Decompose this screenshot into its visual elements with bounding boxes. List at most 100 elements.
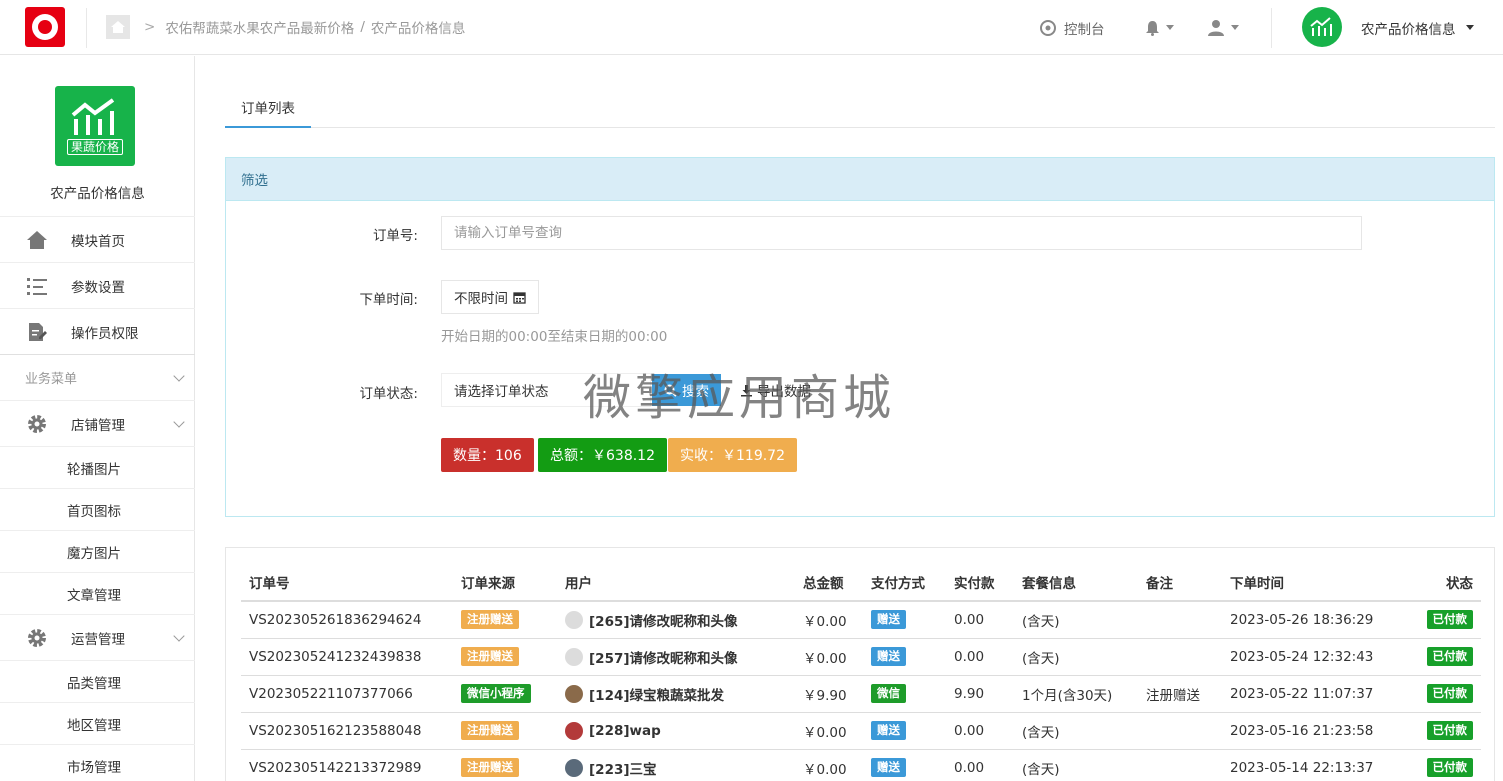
sidebar-subitem[interactable]: 市场管理 bbox=[0, 744, 195, 781]
list-icon bbox=[25, 274, 49, 298]
col-pay-method: 支付方式 bbox=[863, 563, 946, 602]
status-badge: 已付款 bbox=[1426, 610, 1473, 630]
sidebar-item-label: 店铺管理 bbox=[71, 417, 125, 434]
user-avatar bbox=[565, 758, 583, 777]
pay-method-cell: 赠送 bbox=[863, 712, 946, 750]
sidebar-subitem[interactable]: 轮播图片 bbox=[0, 446, 195, 488]
sidebar-subitem[interactable]: 首页图标 bbox=[0, 488, 195, 530]
filter-title: 筛选 bbox=[226, 158, 1494, 201]
chevron-down-icon bbox=[173, 416, 185, 428]
sidebar-item-settings[interactable]: 参数设置 bbox=[0, 262, 195, 308]
plan-cell: 1个月(含30天) bbox=[1014, 675, 1138, 713]
calendar-icon bbox=[513, 291, 526, 304]
source-cell: 注册赠送 bbox=[453, 749, 557, 781]
status-cell: 已付款 bbox=[1392, 601, 1481, 639]
paid-cell: 9.90 bbox=[946, 675, 1014, 713]
user-menu[interactable] bbox=[1207, 0, 1239, 55]
user-name[interactable]: [124]绿宝粮蔬菜批发 bbox=[589, 688, 724, 704]
source-badge: 注册赠送 bbox=[461, 721, 519, 740]
user-name[interactable]: [257]请修改昵称和头像 bbox=[589, 651, 738, 667]
table-row[interactable]: V202305221107377066 微信小程序 [124]绿宝粮蔬菜批发 ￥9.9… bbox=[241, 675, 1481, 713]
chart-icon bbox=[71, 98, 115, 135]
user-name[interactable]: [223]三宝 bbox=[589, 762, 657, 778]
user-cell: [265]请修改昵称和头像 bbox=[557, 601, 795, 639]
plan-cell: (含天) bbox=[1014, 638, 1138, 676]
total-cell: ￥0.00 bbox=[795, 601, 863, 639]
order-table-panel: 订单号 订单来源 用户 总金额 支付方式 实付款 套餐信息 备注 下单时间 状态… bbox=[225, 547, 1495, 781]
col-time: 下单时间 bbox=[1222, 563, 1392, 602]
col-total: 总金额 bbox=[795, 563, 863, 602]
source-cell: 注册赠送 bbox=[453, 601, 557, 639]
caret-down-icon bbox=[1166, 25, 1174, 30]
col-source: 订单来源 bbox=[453, 563, 557, 602]
sidebar-item-home[interactable]: 模块首页 bbox=[0, 216, 195, 262]
bell-icon bbox=[1146, 20, 1159, 36]
table-row[interactable]: VS202305261836294624 注册赠送 [265]请修改昵称和头像 ￥0.… bbox=[241, 601, 1481, 639]
total-cell: ￥9.90 bbox=[795, 675, 863, 713]
note-cell bbox=[1138, 601, 1222, 639]
notification-menu[interactable] bbox=[1145, 0, 1174, 55]
sidebar-subitem[interactable]: 品类管理 bbox=[0, 660, 195, 702]
sidebar-subitem[interactable]: 文章管理 bbox=[0, 572, 195, 614]
tab-order-list[interactable]: 订单列表 bbox=[225, 88, 311, 128]
note-cell bbox=[1138, 638, 1222, 676]
sidebar-item-permissions[interactable]: 操作员权限 bbox=[0, 308, 195, 354]
source-cell: 注册赠送 bbox=[453, 638, 557, 676]
chevron-right-icon: > bbox=[144, 19, 156, 35]
col-user: 用户 bbox=[557, 563, 795, 602]
brand-logo[interactable] bbox=[25, 7, 65, 47]
order-no-input[interactable] bbox=[441, 216, 1362, 250]
count-badge: 数量：106 bbox=[441, 438, 534, 472]
home-icon[interactable] bbox=[106, 15, 130, 39]
status-cell: 已付款 bbox=[1392, 675, 1481, 713]
app-avatar[interactable] bbox=[1302, 7, 1342, 47]
user-name[interactable]: [265]请修改昵称和头像 bbox=[589, 614, 738, 630]
col-paid: 实付款 bbox=[946, 563, 1014, 602]
order-no-cell: V202305221107377066 bbox=[241, 675, 453, 713]
date-range-hint: 开始日期的00:00至结束日期的00:00 bbox=[441, 329, 668, 345]
app-switcher[interactable]: 农产品价格信息 bbox=[1361, 0, 1474, 55]
user-cell: [223]三宝 bbox=[557, 749, 795, 781]
pay-method-badge: 赠送 bbox=[871, 721, 906, 740]
plan-cell: (含天) bbox=[1014, 712, 1138, 750]
sidebar-item-operations[interactable]: 运营管理 bbox=[0, 614, 195, 660]
console-link[interactable]: 控制台 bbox=[1040, 0, 1105, 55]
total-cell: ￥0.00 bbox=[795, 638, 863, 676]
order-no-label: 订单号: bbox=[372, 228, 418, 244]
user-name[interactable]: [228]wap bbox=[589, 723, 661, 739]
sidebar-item-label: 运营管理 bbox=[71, 631, 125, 648]
table-row[interactable]: VS202305241232439838 注册赠送 [257]请修改昵称和头像 ￥0.… bbox=[241, 638, 1481, 676]
pay-method-cell: 赠送 bbox=[863, 749, 946, 781]
note-cell bbox=[1138, 749, 1222, 781]
source-badge: 注册赠送 bbox=[461, 647, 519, 666]
order-table: 订单号 订单来源 用户 总金额 支付方式 实付款 套餐信息 备注 下单时间 状态… bbox=[241, 563, 1481, 781]
date-range-picker[interactable]: 不限时间 bbox=[441, 280, 539, 314]
breadcrumb: > 农佑帮蔬菜水果农产品最新价格 / 农产品价格信息 bbox=[140, 17, 465, 37]
order-status-select[interactable]: 请选择订单状态 bbox=[441, 373, 651, 407]
breadcrumb-item[interactable]: 农佑帮蔬菜水果农产品最新价格 bbox=[165, 17, 354, 37]
download-icon bbox=[741, 384, 752, 396]
user-avatar bbox=[565, 684, 583, 703]
pay-method-badge: 赠送 bbox=[871, 758, 906, 777]
top-bar: > 农佑帮蔬菜水果农产品最新价格 / 农产品价格信息 控制台 农产品价格信息 bbox=[0, 0, 1503, 55]
paid-cell: 0.00 bbox=[946, 601, 1014, 639]
sidebar-subitem[interactable]: 地区管理 bbox=[0, 702, 195, 744]
plan-cell: (含天) bbox=[1014, 749, 1138, 781]
sidebar-item-label: 操作员权限 bbox=[71, 325, 139, 342]
chevron-down-icon bbox=[173, 370, 185, 382]
sidebar-subitem[interactable]: 魔方图片 bbox=[0, 530, 195, 572]
sidebar-item-shop[interactable]: 店铺管理 bbox=[0, 400, 195, 446]
sidebar-group-business[interactable]: 业务菜单 bbox=[0, 354, 195, 400]
sidebar-item-label: 模块首页 bbox=[71, 233, 125, 250]
status-badge: 已付款 bbox=[1426, 647, 1473, 666]
search-button-label: 搜索 bbox=[682, 384, 709, 400]
pay-method-cell: 赠送 bbox=[863, 638, 946, 676]
table-row[interactable]: VS202305142213372989 注册赠送 [223]三宝 ￥0.00 赠送 0.… bbox=[241, 749, 1481, 781]
table-row[interactable]: VS202305162123588048 注册赠送 [228]wap ￥0.00 赠送 0… bbox=[241, 712, 1481, 750]
search-button[interactable]: 搜索 bbox=[652, 374, 721, 406]
time-cell: 2023-05-16 21:23:58 bbox=[1222, 712, 1392, 750]
gear-icon bbox=[25, 412, 49, 436]
user-avatar bbox=[565, 610, 583, 629]
sidebar: 果蔬价格 农产品价格信息 模块首页 参数设置 操作员权限 业务菜单 店铺管理 轮… bbox=[0, 56, 195, 781]
export-button[interactable]: 导出数据 bbox=[740, 374, 811, 406]
